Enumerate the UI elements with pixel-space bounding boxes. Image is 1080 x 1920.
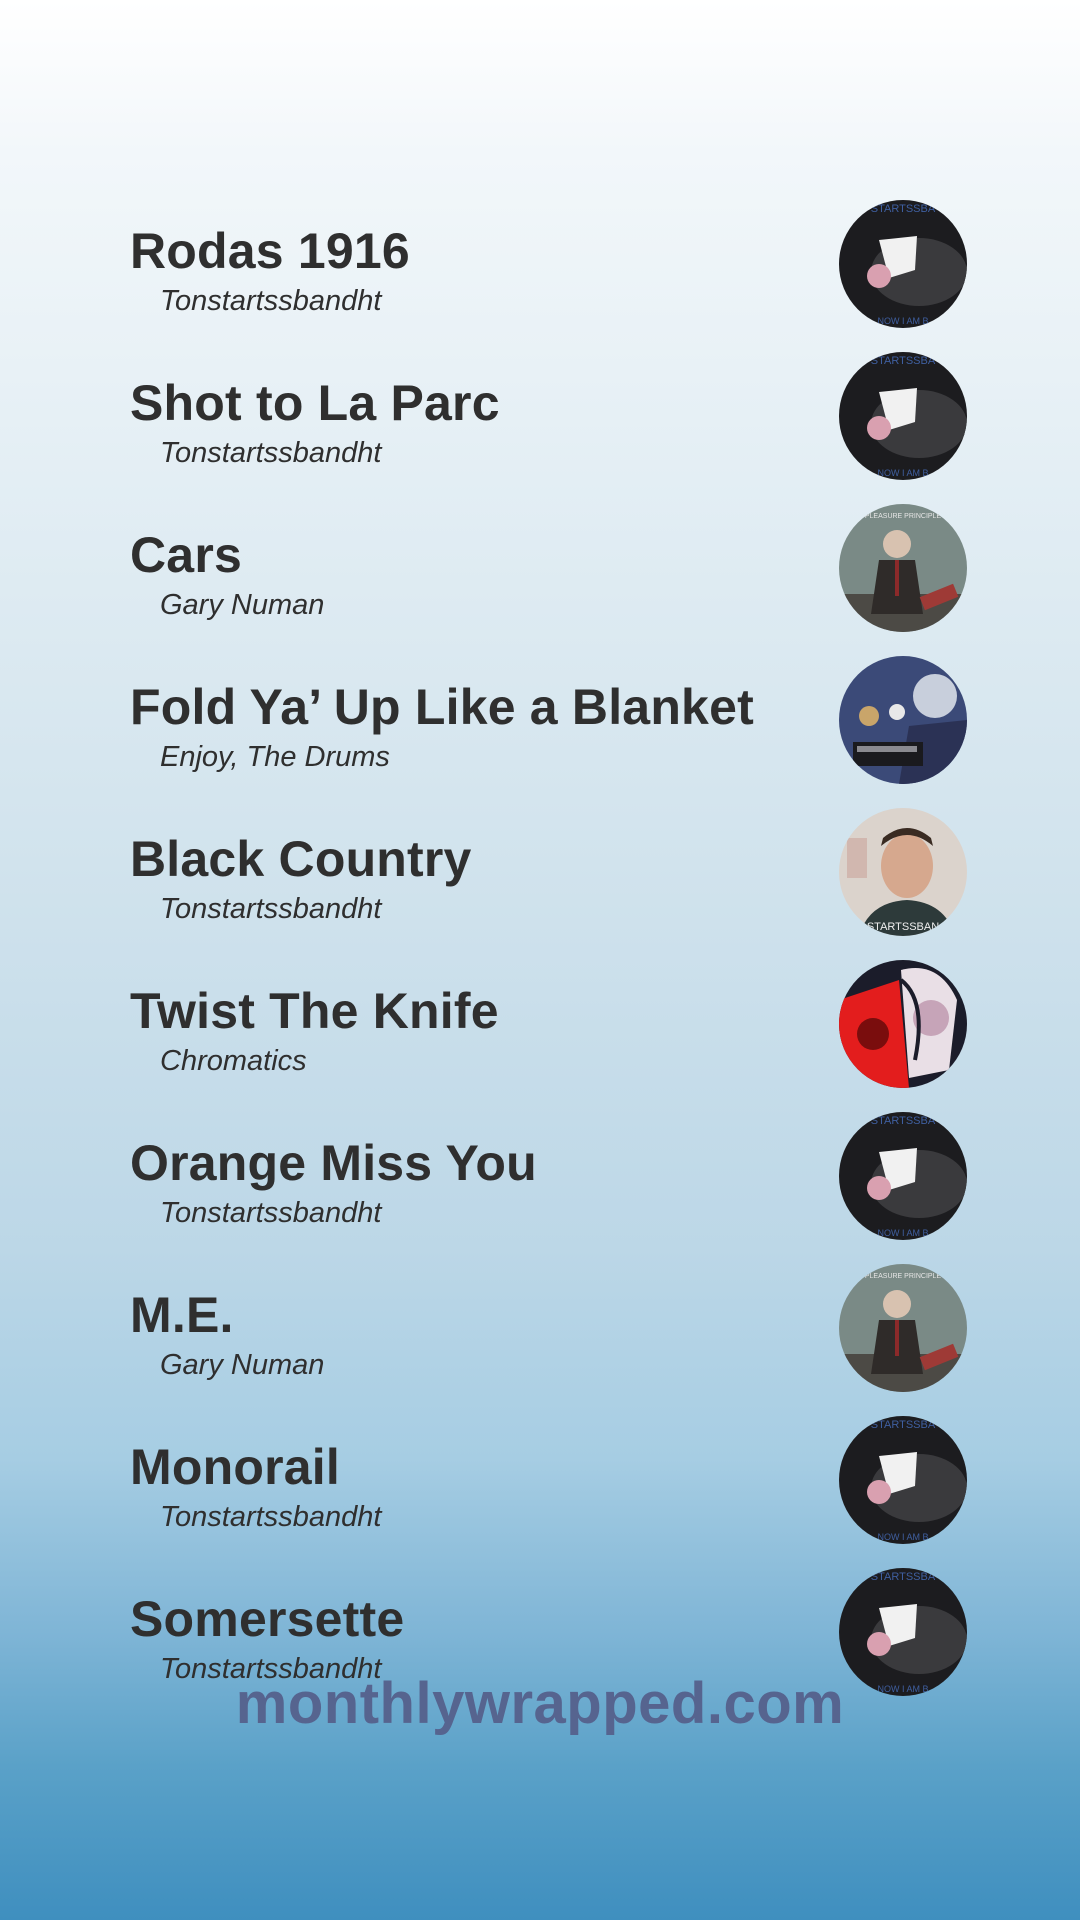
- svg-text:NOW I AM B: NOW I AM B: [877, 1228, 928, 1238]
- album-cover-tonstartssbandht-icon[interactable]: STARTSSBA NOW I AM B: [839, 1416, 967, 1544]
- footer-website-link[interactable]: monthlywrapped.com: [0, 1670, 1080, 1737]
- track-title: M.E.: [130, 1287, 234, 1343]
- track-title: Rodas 1916: [130, 223, 410, 279]
- track-title: Monorail: [130, 1439, 340, 1495]
- track-title: Black Country: [130, 831, 472, 887]
- svg-text:NOW I AM B: NOW I AM B: [877, 316, 928, 326]
- track-artist: Tonstartssbandht: [160, 1197, 382, 1229]
- track-item[interactable]: Fold Ya’ Up Like a Blanket Enjoy, The Dr…: [0, 656, 1080, 806]
- album-cover-tonstartssbandht-icon[interactable]: STARTSSBA NOW I AM B: [839, 200, 967, 328]
- svg-text:STARTSSBA: STARTSSBA: [871, 1571, 936, 1583]
- svg-text:NOW I AM B: NOW I AM B: [877, 468, 928, 478]
- track-item[interactable]: Orange Miss You Tonstartssbandht STARTSS…: [0, 1112, 1080, 1262]
- svg-text:STARTSSBA: STARTSSBA: [871, 203, 936, 215]
- album-cover-chromatics-icon[interactable]: [839, 960, 967, 1088]
- svg-text:STARTSSBA: STARTSSBA: [871, 1115, 936, 1127]
- track-item[interactable]: Rodas 1916 Tonstartssbandht STARTSSBA NO…: [0, 200, 1080, 350]
- svg-text:STARTSSBA: STARTSSBA: [871, 355, 936, 367]
- track-artist: Gary Numan: [160, 589, 325, 621]
- track-artist: Tonstartssbandht: [160, 285, 382, 317]
- track-title: Cars: [130, 527, 242, 583]
- track-artist: Tonstartssbandht: [160, 1501, 382, 1533]
- track-artist: Chromatics: [160, 1045, 307, 1077]
- track-item[interactable]: M.E. Gary Numan PLEASURE PRINCIPLE: [0, 1264, 1080, 1414]
- track-title: Orange Miss You: [130, 1135, 537, 1191]
- svg-text:PLEASURE PRINCIPLE: PLEASURE PRINCIPLE: [865, 1273, 942, 1280]
- album-cover-enjoy-the-drums-icon[interactable]: [839, 656, 967, 784]
- svg-text:STARTSSBA: STARTSSBA: [871, 1419, 936, 1431]
- track-item[interactable]: Shot to La Parc Tonstartssbandht STARTSS…: [0, 352, 1080, 502]
- track-title: Somersette: [130, 1591, 405, 1647]
- track-title: Twist The Knife: [130, 983, 499, 1039]
- track-artist: Gary Numan: [160, 1349, 325, 1381]
- svg-text:NOW I AM B: NOW I AM B: [877, 1532, 928, 1542]
- svg-text:PLEASURE PRINCIPLE: PLEASURE PRINCIPLE: [865, 513, 942, 520]
- track-item[interactable]: Monorail Tonstartssbandht STARTSSBA NOW …: [0, 1416, 1080, 1566]
- album-cover-tonstartssbandht-icon[interactable]: STARTSSBA NOW I AM B: [839, 1112, 967, 1240]
- track-item[interactable]: Cars Gary Numan PLEASURE PRINCIPLE: [0, 504, 1080, 654]
- album-cover-tonstartssbandht-icon[interactable]: STARTSSBA NOW I AM B: [839, 352, 967, 480]
- track-title: Fold Ya’ Up Like a Blanket: [130, 679, 754, 735]
- track-list: Rodas 1916 Tonstartssbandht STARTSSBA NO…: [0, 0, 1080, 1920]
- track-item[interactable]: Black Country Tonstartssbandht STARTSSBA…: [0, 808, 1080, 958]
- track-artist: Tonstartssbandht: [160, 437, 382, 469]
- svg-text:STARTSSBAN: STARTSSBAN: [867, 921, 939, 933]
- track-title: Shot to La Parc: [130, 375, 500, 431]
- album-cover-gary-numan-icon[interactable]: PLEASURE PRINCIPLE: [839, 504, 967, 632]
- track-artist: Tonstartssbandht: [160, 893, 382, 925]
- track-artist: Enjoy, The Drums: [160, 741, 390, 773]
- track-item[interactable]: Twist The Knife Chromatics: [0, 960, 1080, 1110]
- album-cover-gary-numan-icon[interactable]: PLEASURE PRINCIPLE: [839, 1264, 967, 1392]
- album-cover-portrait-icon[interactable]: STARTSSBAN: [839, 808, 967, 936]
